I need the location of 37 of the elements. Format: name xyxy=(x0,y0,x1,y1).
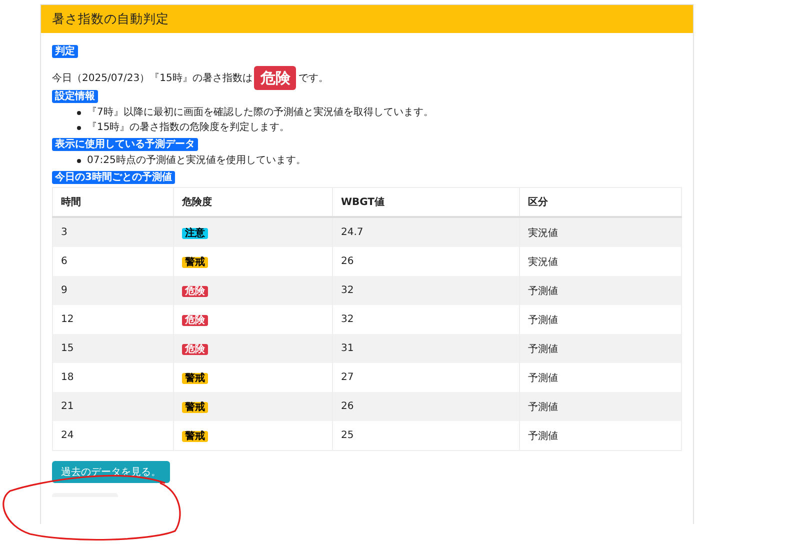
table-cell: 9 xyxy=(52,276,174,305)
info-item: 07:25時点の予測値と実況値を使用しています。 xyxy=(87,154,306,168)
risk-badge: 警戒 xyxy=(182,430,208,442)
card-title: 暑さ指数の自動判定 xyxy=(52,10,169,28)
verdict-suffix: です。 xyxy=(298,72,328,85)
risk-badge: 危険 xyxy=(254,66,296,90)
table-cell: 15 xyxy=(52,334,174,363)
risk-badge: 警戒 xyxy=(182,402,208,412)
table-cell: 26 xyxy=(332,392,520,421)
info-item: 『15時』の暑さ指数の危険度を判定します。 xyxy=(87,120,290,135)
risk-badge: 危険 xyxy=(182,286,208,296)
risk-badge: 危険 xyxy=(182,344,208,354)
table-cell: 実況値 xyxy=(520,217,682,247)
verdict-text: 今日（2025/07/23）『15時』の暑さ指数は xyxy=(52,72,252,85)
section-label: 設定情報 xyxy=(52,90,98,103)
section-label: 判定 xyxy=(52,45,78,58)
table-cell: 予測値 xyxy=(520,392,682,421)
table-cell: 予測値 xyxy=(520,276,682,305)
table-cell: 21 xyxy=(52,392,174,421)
risk-badge: 警戒 xyxy=(182,372,208,384)
table-cell: 予測値 xyxy=(520,334,682,363)
bullet-icon xyxy=(77,126,81,130)
table-cell: 予測値 xyxy=(520,421,682,450)
risk-badge: 警戒 xyxy=(182,256,208,268)
section-label: 表示に使用している予測データ xyxy=(52,138,198,151)
bullet-icon xyxy=(77,158,81,162)
table-cell: 24.7 xyxy=(332,217,520,247)
info-item: 『7時』以降に最初に画面を確認した際の予測値と実況値を取得しています。 xyxy=(87,106,434,120)
section-label: 今日の3時間ごとの予測値 xyxy=(52,171,175,184)
bullet-icon xyxy=(77,110,81,114)
risk-badge: 危険 xyxy=(182,314,208,326)
table-cell: 3 xyxy=(52,217,174,247)
table-cell: 25 xyxy=(332,421,520,450)
table-cell: 32 xyxy=(332,276,520,305)
risk-badge: 注意 xyxy=(182,228,208,238)
table-cell: 31 xyxy=(332,334,520,363)
table-cell: 24 xyxy=(52,421,174,450)
